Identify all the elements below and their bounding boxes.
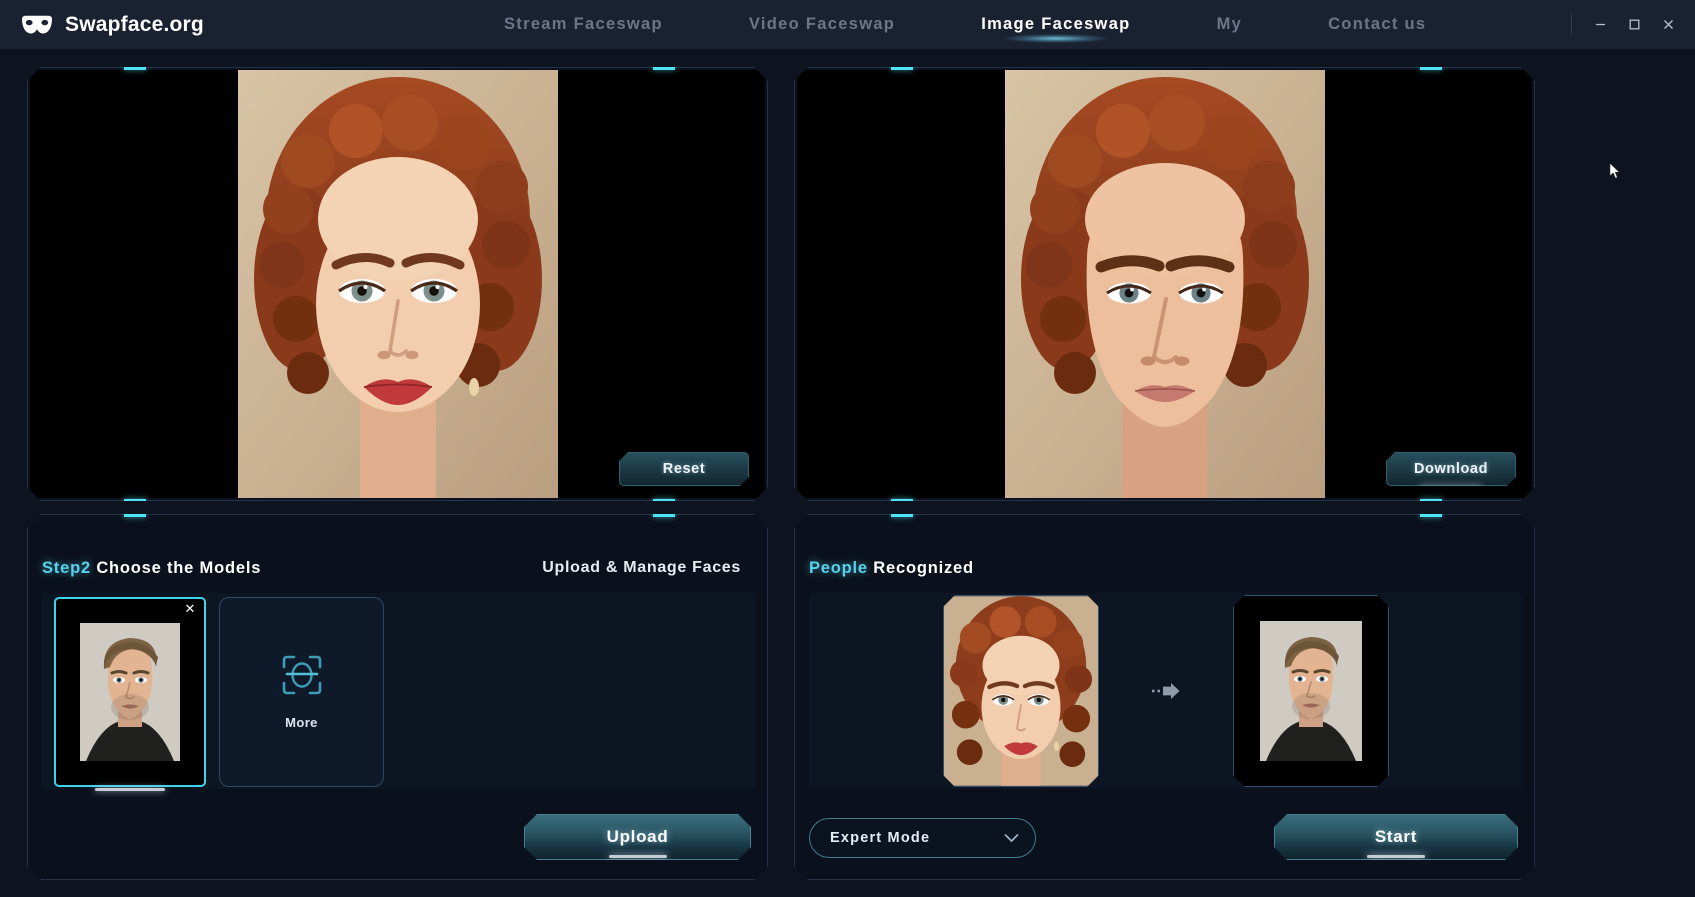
main-nav: Stream Faceswap Video Faceswap Image Fac… [350, 0, 1426, 49]
models-section-title: Step2 Choose the Models [42, 559, 261, 578]
title-bar: Swapface.org Stream Faceswap Video Faces… [0, 0, 1695, 49]
people-title-rest: Recognized [868, 559, 974, 577]
nav-item-my[interactable]: My [1217, 0, 1243, 49]
panel-tick-mark [124, 514, 146, 517]
mouse-cursor [1609, 162, 1621, 180]
model-card-selected[interactable]: ✕ [54, 597, 206, 787]
recognized-source-face-image [944, 595, 1098, 787]
models-panel-footer: Upload [28, 789, 767, 879]
model-thumbnail-wrap [56, 599, 204, 785]
panel-tick-mark [653, 499, 675, 502]
close-button[interactable] [1653, 11, 1683, 39]
brand-name: Swapface.org [65, 13, 204, 37]
button-underline-glow [609, 855, 667, 858]
recognized-source-face-slot[interactable] [943, 595, 1099, 787]
nav-item-contact-us[interactable]: Contact us [1328, 0, 1426, 49]
panel-tick-mark [1420, 499, 1442, 502]
start-button-label: Start [1375, 827, 1417, 847]
upload-button-label: Upload [607, 827, 669, 847]
panel-tick-mark [653, 514, 675, 517]
model-thumbnail-image [80, 623, 180, 761]
chevron-down-icon [1004, 833, 1019, 843]
reset-button[interactable]: Reset [619, 452, 749, 486]
download-button-label: Download [1414, 461, 1488, 477]
download-button[interactable]: Download [1386, 452, 1516, 486]
models-section-header: Step2 Choose the Models Upload & Manage … [28, 557, 767, 579]
expert-mode-value: Expert Mode [830, 830, 930, 846]
app-body: Reset [0, 49, 1695, 897]
panel-tick-mark [1420, 67, 1442, 70]
panel-tick-mark [124, 67, 146, 70]
source-face-image [238, 70, 558, 498]
start-button[interactable]: Start [1274, 814, 1518, 860]
nav-item-stream-faceswap[interactable]: Stream Faceswap [504, 0, 663, 49]
source-image-stage[interactable] [30, 70, 765, 498]
upload-button[interactable]: Upload [524, 814, 751, 860]
more-models-card[interactable]: More [219, 597, 384, 787]
panel-tick-mark [124, 499, 146, 502]
maximize-button[interactable] [1619, 11, 1649, 39]
mask-icon [20, 15, 54, 35]
more-card-label: More [285, 715, 318, 730]
panel-tick-mark [891, 67, 913, 70]
models-step-label: Step2 [42, 559, 91, 577]
nav-item-video-faceswap[interactable]: Video Faceswap [749, 0, 895, 49]
panel-tick-mark [653, 67, 675, 70]
people-section-title: People Recognized [809, 559, 974, 578]
people-pair-list [809, 593, 1523, 789]
recognized-target-face-image [1260, 621, 1362, 761]
people-section-header: People Recognized [795, 557, 1534, 579]
remove-model-icon[interactable]: ✕ [183, 602, 197, 616]
panel-tick-mark [891, 499, 913, 502]
brand[interactable]: Swapface.org [20, 13, 350, 37]
expert-mode-dropdown[interactable]: Expert Mode [809, 818, 1036, 858]
source-preview-panel: Reset [27, 67, 768, 501]
swap-arrow-icon [1151, 682, 1181, 700]
result-preview-panel: Download [794, 67, 1535, 501]
people-accent-label: People [809, 559, 868, 577]
models-title-rest: Choose the Models [91, 559, 261, 577]
nav-item-image-faceswap[interactable]: Image Faceswap [981, 0, 1130, 49]
people-recognized-panel: People Recognized [794, 514, 1535, 880]
panel-tick-mark [1420, 514, 1442, 517]
minimize-button[interactable] [1585, 11, 1615, 39]
window-controls [1585, 0, 1683, 49]
result-image-stage[interactable] [797, 70, 1532, 498]
recognized-target-face-slot[interactable] [1233, 595, 1389, 787]
button-underline-glow [1367, 855, 1425, 858]
choose-models-panel: Step2 Choose the Models Upload & Manage … [27, 514, 768, 880]
models-list: ✕ [42, 593, 756, 789]
people-panel-footer: Expert Mode Start [795, 789, 1534, 879]
reset-button-label: Reset [663, 461, 706, 477]
panel-tick-mark [891, 514, 913, 517]
upload-manage-faces-link[interactable]: Upload & Manage Faces [542, 559, 741, 577]
result-face-image [1005, 70, 1325, 498]
face-scan-icon [281, 654, 323, 701]
